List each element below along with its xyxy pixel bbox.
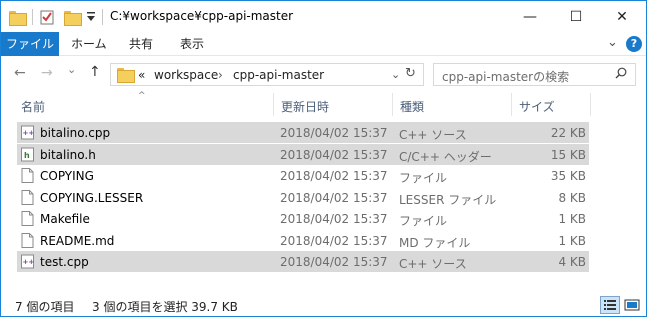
recent-locations-icon[interactable]: ⌄: [67, 63, 76, 76]
file-size: 4 KB: [558, 255, 586, 269]
title-bar: C:¥workspace¥cpp-api-master — ☐ ✕: [1, 1, 646, 32]
file-row[interactable]: ++ bitalino.cpp 2018/04/02 15:37 C++ ソース 22 …: [17, 122, 589, 143]
chevron-right-icon[interactable]: ›: [218, 68, 223, 82]
file-icon: [21, 168, 34, 183]
file-name: COPYING: [40, 169, 94, 183]
maximize-button[interactable]: ☐: [553, 1, 599, 32]
file-date: 2018/04/02 15:37: [280, 212, 388, 226]
ribbon-tabs: ファイル ホーム 共有 表示 ⌄ ?: [1, 32, 646, 56]
tab-file[interactable]: ファイル: [1, 32, 59, 56]
file-icon: [21, 211, 34, 226]
file-row[interactable]: h bitalino.h 2018/04/02 15:37 C/C++ ヘッダー 15 …: [17, 143, 589, 165]
column-date[interactable]: 更新日時: [281, 98, 329, 115]
file-name: bitalino.h: [40, 147, 96, 162]
file-size: 1 KB: [558, 212, 586, 226]
sort-ascending-icon: ^: [138, 91, 146, 101]
svg-text:++: ++: [23, 129, 35, 137]
toolbar-separator: [32, 9, 33, 25]
file-size: 1 KB: [558, 233, 586, 248]
tab-home[interactable]: ホーム: [59, 32, 119, 56]
cpp-file-icon: ++: [21, 254, 34, 269]
file-date: 2018/04/02 15:37: [280, 233, 388, 248]
search-icon[interactable]: [615, 67, 627, 79]
file-size: 35 KB: [550, 169, 586, 183]
file-date: 2018/04/02 15:37: [280, 126, 388, 140]
customize-quick-access-icon[interactable]: [87, 8, 95, 26]
column-divider[interactable]: [273, 93, 274, 116]
minimize-button[interactable]: —: [507, 1, 553, 32]
file-row[interactable]: COPYING 2018/04/02 15:37 ファイル 35 KB: [17, 165, 589, 186]
column-size[interactable]: サイズ: [519, 98, 555, 115]
breadcrumb-overflow-icon[interactable]: «: [138, 68, 145, 82]
column-divider[interactable]: [590, 93, 591, 116]
column-divider[interactable]: [511, 93, 512, 116]
file-type: LESSER ファイル: [399, 192, 497, 207]
address-dropdown-icon[interactable]: ⌄: [391, 68, 400, 81]
search-box[interactable]: cpp-api-masterの検索: [433, 63, 636, 86]
explorer-window: C:¥workspace¥cpp-api-master — ☐ ✕ ファイル ホ…: [0, 0, 647, 317]
column-header: ^ 名前 更新日時 種類 サイズ: [1, 91, 646, 116]
breadcrumb-cpp-api-master[interactable]: cpp-api-master: [233, 68, 324, 82]
folder-icon: [9, 8, 27, 26]
column-name[interactable]: 名前: [21, 98, 45, 115]
file-icon: [21, 232, 34, 248]
file-name: bitalino.cpp: [40, 126, 111, 140]
column-divider[interactable]: [392, 93, 393, 116]
breadcrumb-workspace[interactable]: workspace: [154, 68, 218, 82]
refresh-icon[interactable]: ↻: [405, 66, 416, 81]
file-type: ファイル: [399, 171, 448, 185]
help-icon[interactable]: ?: [626, 36, 642, 52]
file-date: 2018/04/02 15:37: [280, 169, 388, 183]
search-input[interactable]: cpp-api-masterの検索: [442, 68, 569, 85]
file-icon: [21, 189, 34, 205]
file-row[interactable]: COPYING.LESSER 2018/04/02 15:37 LESSER ファイ…: [17, 187, 589, 208]
folder-icon: [117, 68, 135, 83]
selection-info: 3 個の項目を選択 39.7 KB: [92, 300, 238, 314]
close-button[interactable]: ✕: [599, 1, 645, 32]
file-type: C/C++ ヘッダー: [399, 149, 492, 164]
file-size: 22 KB: [550, 126, 586, 140]
ribbon-expand-icon[interactable]: ⌄: [607, 35, 618, 50]
item-count: 7 個の項目: [15, 300, 75, 314]
file-row[interactable]: ++ test.cpp 2018/04/02 15:37 C++ ソース 4 KB: [17, 251, 589, 272]
file-size: 8 KB: [558, 190, 586, 205]
file-row[interactable]: README.md 2018/04/02 15:37 MD ファイル 1 KB: [17, 230, 589, 251]
properties-icon[interactable]: [40, 8, 55, 26]
cpp-file-icon: ++: [21, 125, 34, 140]
tab-share[interactable]: 共有: [117, 32, 165, 56]
file-date: 2018/04/02 15:37: [280, 190, 388, 205]
file-name: COPYING.LESSER: [40, 190, 144, 205]
back-button[interactable]: ←: [14, 65, 26, 81]
file-name: Makefile: [40, 212, 90, 226]
tab-view[interactable]: 表示: [168, 32, 216, 56]
file-type: MD ファイル: [399, 235, 471, 250]
file-type: C++ ソース: [399, 257, 467, 271]
file-row[interactable]: Makefile 2018/04/02 15:37 ファイル 1 KB: [17, 208, 589, 229]
file-name: test.cpp: [40, 255, 89, 269]
status-bar: 7 個の項目 3 個の項目を選択 39.7 KB: [1, 294, 646, 316]
file-type: C++ ソース: [399, 128, 467, 142]
column-type[interactable]: 種類: [400, 98, 424, 115]
file-size: 15 KB: [550, 147, 586, 162]
window-title: C:¥workspace¥cpp-api-master: [110, 9, 294, 23]
header-file-icon: h: [21, 147, 34, 162]
new-folder-icon[interactable]: [64, 8, 82, 26]
file-name: README.md: [40, 233, 115, 248]
svg-text:++: ++: [23, 258, 35, 266]
up-button[interactable]: ↑: [89, 64, 101, 80]
file-date: 2018/04/02 15:37: [280, 255, 388, 269]
toolbar-separator: [102, 9, 103, 25]
details-view-button[interactable]: [600, 296, 620, 314]
svg-text:h: h: [24, 151, 30, 160]
file-date: 2018/04/02 15:37: [280, 147, 388, 162]
file-type: ファイル: [399, 214, 448, 228]
address-bar[interactable]: « workspace › cpp-api-master ⌄ ↻: [110, 63, 424, 86]
forward-button[interactable]: →: [41, 65, 53, 81]
large-icons-view-button[interactable]: [622, 296, 642, 314]
